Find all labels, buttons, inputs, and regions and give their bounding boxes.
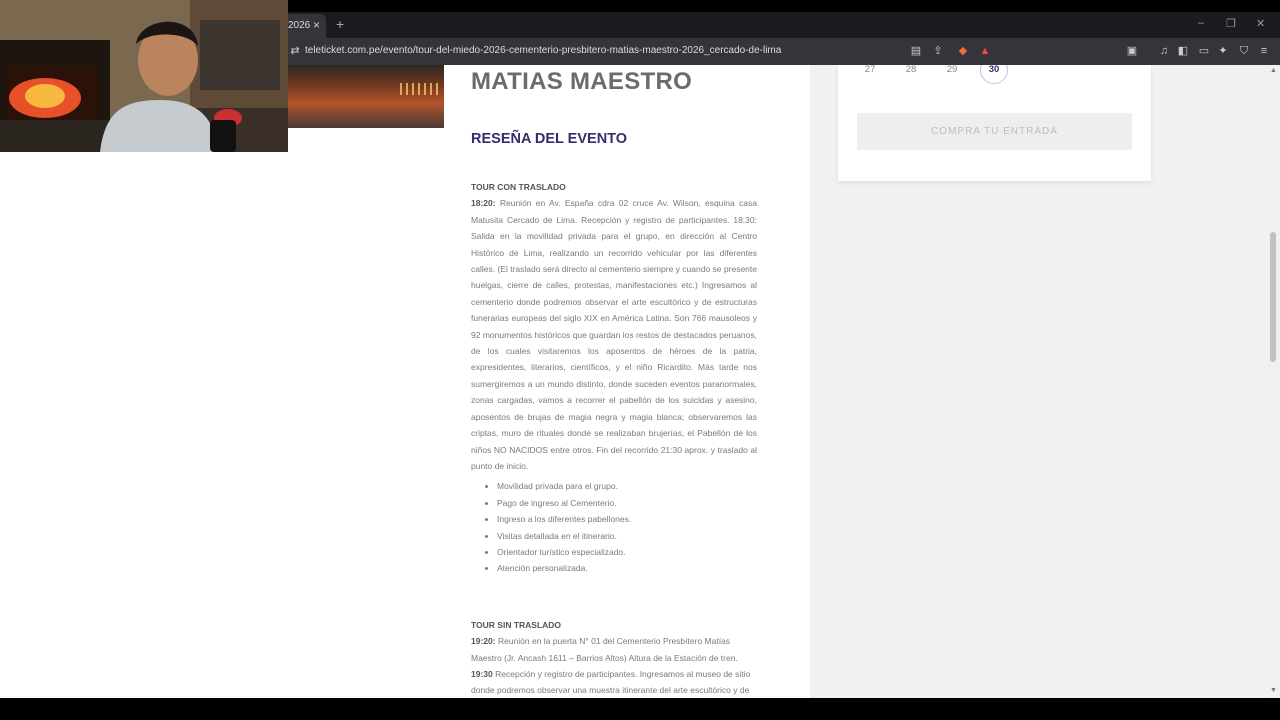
sidebar-icon[interactable]: ◧ (1176, 44, 1190, 58)
list-item: Visitas detallada en el itinerario. (497, 528, 757, 544)
tour1-includes-list: Movilidad privada para el grupo. Pago de… (497, 478, 757, 576)
vpn-icon[interactable]: ⛉ (1237, 44, 1251, 58)
url-field[interactable]: teleticket.com.pe/evento/tour-del-miedo-… (305, 45, 781, 56)
tab-close-icon[interactable]: × (313, 18, 320, 32)
menu-icon[interactable]: ≡ (1257, 44, 1271, 58)
tour2-heading: TOUR SIN TRASLADO (471, 619, 562, 630)
calendar-day[interactable]: 29 (938, 65, 966, 75)
tour2-text-a: Reunión en la puerta N° 01 del Cementeri… (471, 636, 738, 663)
event-image (288, 65, 444, 128)
webcam-overlay (0, 0, 288, 152)
webcam-person-image (0, 0, 288, 152)
rewards-icon[interactable]: ▲ (978, 44, 992, 58)
reader-icon[interactable]: ▤ (909, 44, 923, 58)
letterbox-bottom (0, 698, 1280, 720)
list-item: Atención personalizada. (497, 560, 757, 576)
event-description: TOUR CON TRASLADO 18:20: Reunión en Av. … (471, 179, 757, 698)
brave-shield-icon[interactable]: ◆ (956, 44, 970, 58)
tour1-paragraph: 18:20: Reunión en Av. España cdra 02 cru… (471, 195, 757, 474)
list-item: Pago de ingreso al Cementerio. (497, 495, 757, 511)
new-tab-button[interactable]: + (336, 16, 344, 32)
tour1-heading: TOUR CON TRASLADO (471, 182, 566, 192)
calendar-day-selected[interactable]: 30 (980, 65, 1008, 75)
minimize-icon[interactable]: – (1198, 17, 1204, 29)
web-page: MATIAS MAESTRO RESEÑA DEL EVENTO TOUR CO… (0, 65, 1268, 698)
wallet-icon[interactable]: ▭ (1197, 44, 1211, 58)
leo-ai-icon[interactable]: ✦ (1216, 44, 1230, 58)
scroll-thumb[interactable] (1270, 232, 1276, 362)
maximize-icon[interactable]: ❐ (1226, 17, 1236, 30)
screenshot-icon[interactable]: ▣ (1125, 44, 1139, 58)
list-item: Ingreso a los diferentes pabellones. (497, 511, 757, 527)
list-item: Movilidad privada para el grupo. (497, 478, 757, 494)
share-icon[interactable]: ⇪ (931, 44, 945, 58)
tour2-paragraph: 19:20: Reunión en la puerta N° 01 del Ce… (471, 633, 757, 698)
tour2-text-b: Recepción y registro de participantes. I… (471, 668, 751, 696)
close-window-icon[interactable]: ✕ (1256, 17, 1265, 30)
tour1-text: Reunión en Av. España cdra 02 cruce Av. … (471, 198, 757, 471)
buy-ticket-button[interactable]: COMPRA TU ENTRADA (857, 113, 1132, 150)
section-title: RESEÑA DEL EVENTO (471, 131, 628, 147)
calendar-day[interactable]: 28 (897, 65, 925, 75)
tour2-time: 19:20: (471, 636, 496, 647)
page-scrollbar[interactable]: ▲ ▼ (1268, 65, 1280, 698)
site-settings-icon[interactable]: ⇄ (288, 44, 302, 58)
list-item: Orientador turístico especializado. (497, 544, 757, 560)
media-icon[interactable]: ♫ (1157, 44, 1171, 58)
scroll-up-icon[interactable]: ▲ (1270, 67, 1277, 74)
tour1-time: 18:20: (471, 198, 496, 209)
scroll-down-icon[interactable]: ▼ (1270, 687, 1277, 694)
calendar-day[interactable]: 27 (856, 65, 884, 75)
tab-title: 2026 (288, 20, 311, 31)
event-title: MATIAS MAESTRO (471, 68, 693, 95)
tour2-time2: 19:30 (471, 668, 493, 679)
